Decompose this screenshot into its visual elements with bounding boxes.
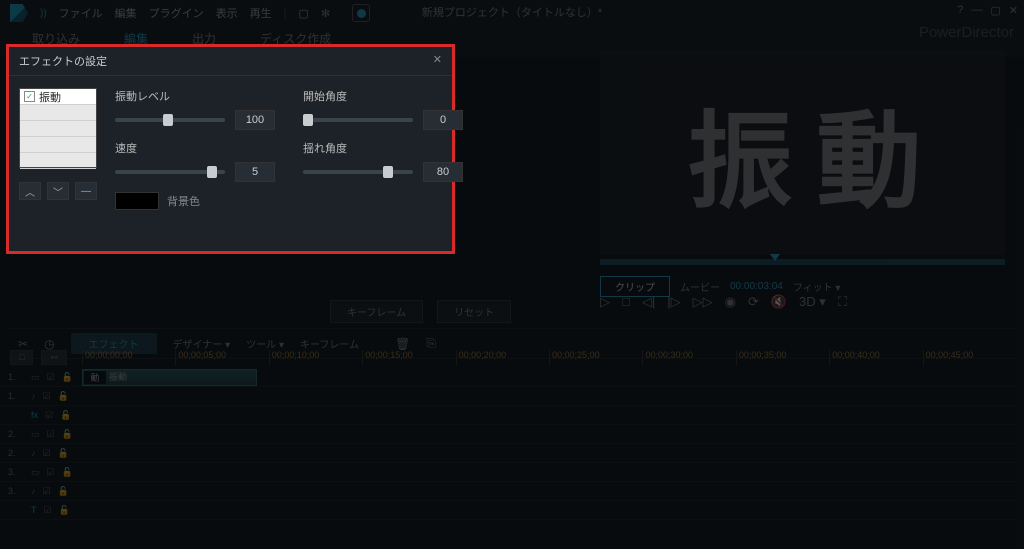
next-frame-icon[interactable]: |▷	[667, 294, 680, 310]
param3-slider[interactable]	[115, 170, 225, 174]
timeline-clip[interactable]: 動 振動	[82, 369, 257, 386]
mute-icon[interactable]: 🔇	[771, 294, 787, 310]
split-icon[interactable]: ✂	[18, 337, 28, 351]
help-icon[interactable]: ?	[957, 4, 963, 17]
menu-settings-icon[interactable]: ✻	[321, 7, 330, 20]
trash-icon[interactable]: 🗑	[395, 337, 410, 351]
remove-icon[interactable]: —	[75, 182, 97, 200]
param4-label: 揺れ角度	[303, 140, 463, 156]
menu-edit[interactable]: 編集	[115, 5, 137, 21]
lock-icon[interactable]: 🔓	[62, 372, 73, 383]
time-ruler[interactable]: 00;00;00;0000;00;05;00 00;00;10;0000;00;…	[82, 350, 1016, 366]
param4-slider[interactable]	[303, 170, 413, 174]
panel-title: エフェクトの設定	[19, 53, 107, 69]
effect-item-label: 振動	[39, 89, 61, 105]
fast-fwd-icon[interactable]: ▷▷	[693, 294, 713, 310]
playhead-icon[interactable]	[770, 254, 780, 261]
play-icon[interactable]: ▷	[600, 294, 610, 310]
menu-box-icon[interactable]: ▢	[299, 7, 309, 20]
bg-color-swatch[interactable]	[115, 192, 159, 210]
window-title: 新規プロジェクト（タイトルなし）*	[422, 4, 602, 20]
param1-slider[interactable]	[115, 118, 225, 122]
move-down-icon[interactable]: ﹀	[47, 182, 69, 200]
loop-icon[interactable]: ⟳	[748, 294, 759, 310]
fit-dropdown[interactable]: フィット ▾	[793, 279, 841, 294]
menu-play[interactable]: 再生	[250, 5, 272, 21]
reset-button[interactable]: リセット	[437, 300, 511, 323]
signal-icon: ))	[40, 8, 47, 19]
keyframe-link[interactable]: キーフレーム	[300, 336, 359, 351]
clip-label: 振動	[109, 370, 256, 385]
tool-dropdown[interactable]: ツール ▾	[246, 336, 284, 351]
timecode: 00:00:03:04	[730, 281, 783, 292]
preview-char1: 振	[687, 77, 788, 229]
move-up-icon[interactable]: ︿	[19, 182, 41, 200]
effect-checkbox[interactable]: ✓	[24, 91, 35, 102]
param1-label: 振動レベル	[115, 88, 275, 104]
menu-view[interactable]: 表示	[216, 5, 238, 21]
zoom-mode-a[interactable]: □	[10, 350, 33, 365]
copy-icon[interactable]: ⎘	[426, 336, 436, 351]
param2-slider[interactable]	[303, 118, 413, 122]
record-icon[interactable]	[352, 4, 370, 22]
param4-value[interactable]: 80	[423, 162, 463, 182]
effect-settings-panel: エフェクトの設定 ✕ ✓ 振動 ︿ ﹀ — 振動レベル 100	[6, 44, 455, 254]
range-movie[interactable]: ムービー	[680, 279, 720, 294]
param3-value[interactable]: 5	[235, 162, 275, 182]
effect-list[interactable]: ✓ 振動	[19, 88, 97, 168]
zoom-mode-b[interactable]: ⇿	[41, 350, 67, 365]
preview-viewport: 振 動	[600, 50, 1005, 255]
fullscreen-icon[interactable]: ⛶	[838, 294, 847, 310]
maximize-icon[interactable]: ▢	[990, 4, 1000, 17]
prev-frame-icon[interactable]: ◁|	[642, 294, 655, 310]
bg-color-label: 背景色	[167, 193, 200, 209]
timeline-tracks: 1.▭☑🔓 動 振動 1.♪☑🔓 fx☑🔓 2.▭☑🔓 2.♪☑🔓 3.▭☑🔓 …	[0, 368, 1016, 520]
track-row[interactable]: 1.▭☑🔓 動 振動	[0, 368, 1016, 387]
menu-file[interactable]: ファイル	[59, 5, 103, 21]
stop-icon[interactable]: □	[622, 294, 630, 310]
designer-dropdown[interactable]: デザイナー ▾	[173, 336, 231, 351]
keyframe-button[interactable]: キーフレーム	[330, 300, 423, 323]
effect-list-item[interactable]: ✓ 振動	[20, 89, 96, 105]
param1-value[interactable]: 100	[235, 110, 275, 130]
param2-value[interactable]: 0	[423, 110, 463, 130]
snapshot-icon[interactable]: ◉	[725, 294, 736, 310]
3d-dropdown[interactable]: 3D ▾	[799, 294, 826, 310]
preview-char2: 動	[817, 77, 918, 229]
panel-close-icon[interactable]: ✕	[433, 53, 442, 69]
menu-plugin[interactable]: プラグイン	[149, 5, 204, 21]
close-icon[interactable]: ✕	[1009, 4, 1018, 17]
history-icon[interactable]: ◷	[44, 337, 54, 351]
minimize-icon[interactable]: —	[971, 4, 982, 17]
param3-label: 速度	[115, 140, 275, 156]
clip-thumb: 動	[84, 371, 106, 384]
scrub-bar[interactable]	[600, 259, 1005, 265]
video-track-icon: ▭	[31, 372, 40, 383]
param2-label: 開始角度	[303, 88, 463, 104]
app-logo-icon	[10, 4, 28, 22]
